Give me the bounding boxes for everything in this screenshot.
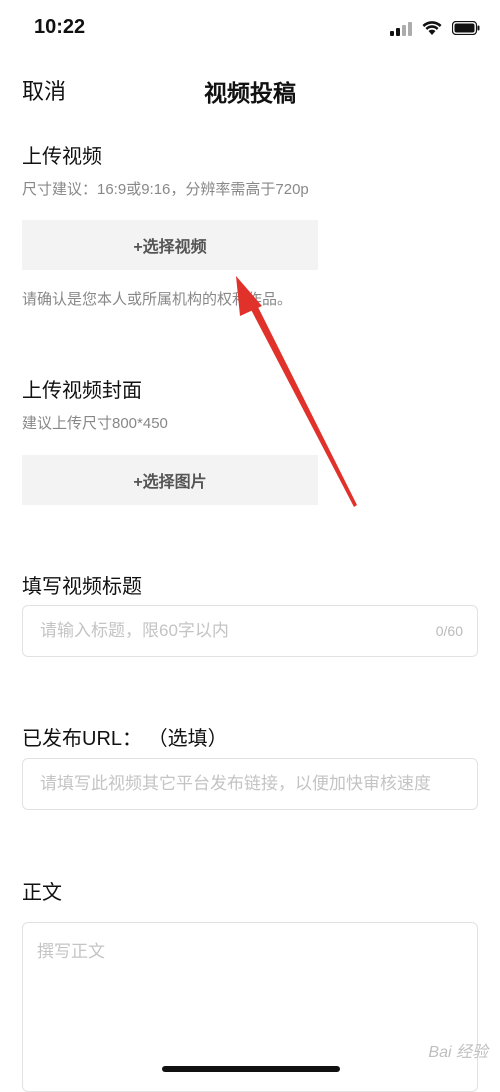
title-heading: 填写视频标题 (22, 576, 142, 598)
status-icons (390, 20, 480, 36)
select-image-button[interactable]: +选择图片 (22, 455, 318, 505)
title-input[interactable] (38, 620, 477, 642)
url-input[interactable] (38, 773, 477, 795)
body-textarea[interactable] (35, 935, 469, 1059)
select-video-button[interactable]: +选择视频 (22, 220, 318, 270)
wifi-icon (422, 20, 442, 36)
watermark-logo: Bai 经验 (428, 1044, 488, 1061)
ownership-notice: 请确认是您本人或所属机构的权利作品。 (22, 291, 293, 308)
signal-icon (390, 20, 412, 36)
title-input-box: 0/60 (22, 605, 478, 657)
battery-icon (452, 21, 480, 35)
title-char-counter: 0/60 (435, 623, 463, 639)
url-heading: 已发布URL： （选填） (22, 728, 228, 750)
upload-cover-hint: 建议上传尺寸800*450 (22, 415, 168, 432)
upload-video-heading: 上传视频 (22, 146, 102, 168)
url-input-box (22, 758, 478, 810)
upload-video-hint: 尺寸建议：16:9或9:16，分辨率需高于720p (22, 181, 309, 198)
body-heading: 正文 (22, 882, 62, 904)
cancel-button[interactable]: 取消 (22, 74, 66, 106)
status-time: 10:22 (34, 16, 86, 38)
home-indicator (162, 1066, 340, 1072)
upload-cover-heading: 上传视频封面 (22, 380, 142, 402)
page-title: 视频投稿 (204, 80, 296, 106)
